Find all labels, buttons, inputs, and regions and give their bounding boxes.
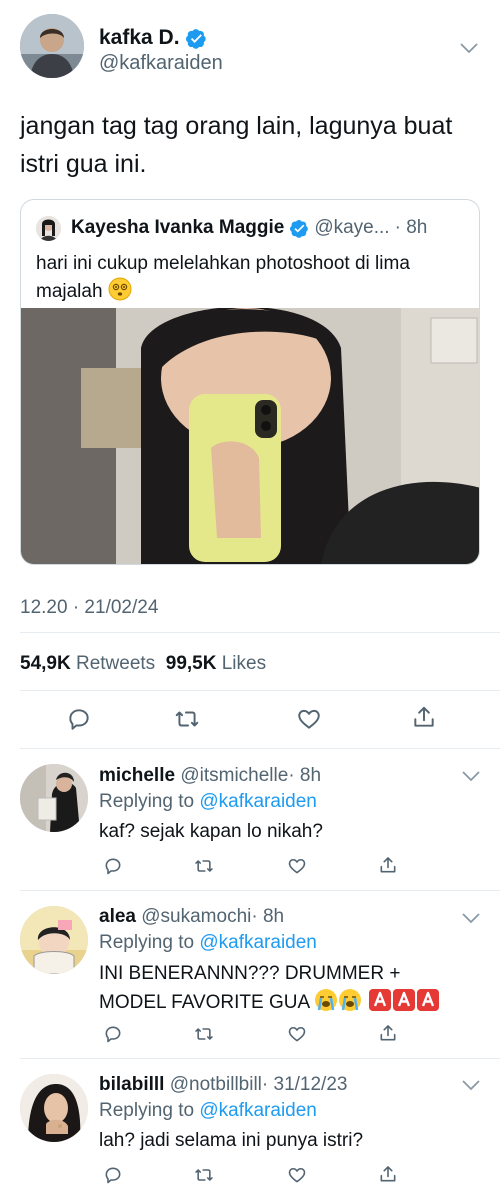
reply-icon[interactable] — [103, 1165, 123, 1185]
heart-icon[interactable] — [296, 706, 322, 732]
share-icon[interactable] — [378, 1023, 398, 1043]
author-handle[interactable]: @kafkaraiden — [99, 52, 223, 75]
reply-text-line: MODEL FAVORITE GUA — [99, 988, 479, 1021]
replying-to-label: Replying to — [99, 1100, 195, 1121]
retweets-count: 54,9K — [20, 653, 71, 674]
reply-avatar[interactable] — [20, 764, 88, 832]
replying-to: Replying to @kafkaraiden — [99, 1100, 317, 1122]
letter-a-emoji-icon — [368, 988, 392, 1021]
reply-text: kaf? sejak kapan lo nikah? — [99, 821, 323, 842]
reply-text: INI BENERANNN??? DRUMMER + MODEL FAVORIT… — [99, 960, 479, 1021]
reply-author-handle[interactable]: @itsmichelle — [180, 765, 288, 786]
share-icon[interactable] — [378, 855, 398, 875]
heart-icon[interactable] — [287, 856, 307, 876]
quoted-tweet[interactable]: Kayesha Ivanka Maggie @kaye... · 8h hari… — [20, 199, 480, 565]
quoted-author-handle: @kaye... — [314, 217, 390, 238]
quoted-tweet-photo[interactable] — [21, 306, 479, 564]
reply-icon[interactable] — [103, 1024, 123, 1044]
reply-author-handle[interactable]: @notbillbill — [170, 1074, 262, 1095]
replying-to-label: Replying to — [99, 932, 195, 953]
quoted-author-name: Kayesha Ivanka Maggie — [71, 217, 285, 238]
reply-text-line-content: MODEL FAVORITE GUA — [99, 992, 310, 1013]
author-name-text[interactable]: kafka D. — [99, 26, 180, 50]
author-name[interactable]: kafka D. — [99, 26, 207, 50]
divider — [20, 1058, 500, 1059]
verified-badge-icon — [185, 28, 207, 49]
author-avatar[interactable] — [20, 14, 84, 78]
likes-label: Likes — [221, 653, 267, 674]
divider — [20, 690, 500, 691]
chevron-down-icon[interactable] — [458, 40, 480, 56]
replying-to: Replying to @kafkaraiden — [99, 932, 317, 954]
replying-to-label: Replying to — [99, 791, 195, 812]
divider — [20, 632, 500, 633]
chevron-down-icon[interactable] — [460, 1077, 482, 1093]
quoted-tweet-text-content: hari ini cukup melelahkan photoshoot di … — [36, 253, 410, 302]
reply-time: · 8h — [288, 765, 322, 786]
reply-time: · 8h — [251, 906, 285, 927]
heart-icon[interactable] — [287, 1165, 307, 1185]
share-icon[interactable] — [378, 1164, 398, 1184]
retweet-icon[interactable] — [194, 856, 214, 876]
retweet-icon[interactable] — [174, 706, 200, 732]
reply-author-name[interactable]: alea — [99, 906, 136, 927]
retweet-icon[interactable] — [194, 1024, 214, 1044]
letter-a-emoji-icon — [392, 988, 416, 1021]
verified-badge-icon — [290, 219, 309, 238]
reply-icon[interactable] — [103, 856, 123, 876]
share-icon[interactable] — [411, 704, 437, 730]
letter-a-emoji-icon — [416, 988, 440, 1021]
likes-stat[interactable]: 99,5K Likes — [166, 653, 266, 674]
chevron-down-icon[interactable] — [460, 768, 482, 784]
reply-avatar[interactable] — [20, 906, 88, 974]
reply-avatar[interactable] — [20, 1074, 88, 1142]
reply-author-name[interactable]: bilabilll — [99, 1074, 164, 1095]
loudly-crying-emoji-icon — [314, 988, 338, 1021]
tweet-text: jangan tag tag orang lain, lagunya buat … — [20, 112, 453, 178]
retweets-stat[interactable]: 54,9K Retweets — [20, 653, 155, 674]
loudly-crying-emoji-icon — [338, 988, 362, 1021]
chevron-down-icon[interactable] — [460, 910, 482, 926]
heart-icon[interactable] — [287, 1024, 307, 1044]
tweet-stats: 54,9K Retweets 99,5K Likes — [20, 653, 266, 675]
quoted-author-avatar — [36, 216, 61, 241]
quoted-tweet-text: hari ini cukup melelahkan photoshoot di … — [36, 250, 468, 309]
reply-icon[interactable] — [66, 706, 92, 732]
reply-text: lah? jadi selama ini punya istri? — [99, 1130, 364, 1151]
retweet-icon[interactable] — [194, 1165, 214, 1185]
reply-author-name[interactable]: michelle — [99, 765, 175, 786]
replying-to-handle[interactable]: @kafkaraiden — [199, 791, 317, 812]
divider — [20, 748, 500, 749]
replying-to-handle[interactable]: @kafkaraiden — [199, 1100, 317, 1121]
divider — [20, 890, 500, 891]
quoted-tweet-time: · 8h — [394, 217, 428, 238]
dizzy-face-emoji-icon — [108, 277, 132, 309]
reply-author-handle[interactable]: @sukamochi — [141, 906, 251, 927]
retweets-label: Retweets — [75, 653, 156, 674]
tweet-timestamp[interactable]: 12.20 · 21/02/24 — [20, 597, 158, 619]
reply-text-line: INI BENERANNN??? DRUMMER + — [99, 963, 401, 984]
replying-to: Replying to @kafkaraiden — [99, 791, 317, 813]
likes-count: 99,5K — [165, 653, 217, 674]
reply-time: · 31/12/23 — [261, 1074, 348, 1095]
replying-to-handle[interactable]: @kafkaraiden — [199, 932, 317, 953]
